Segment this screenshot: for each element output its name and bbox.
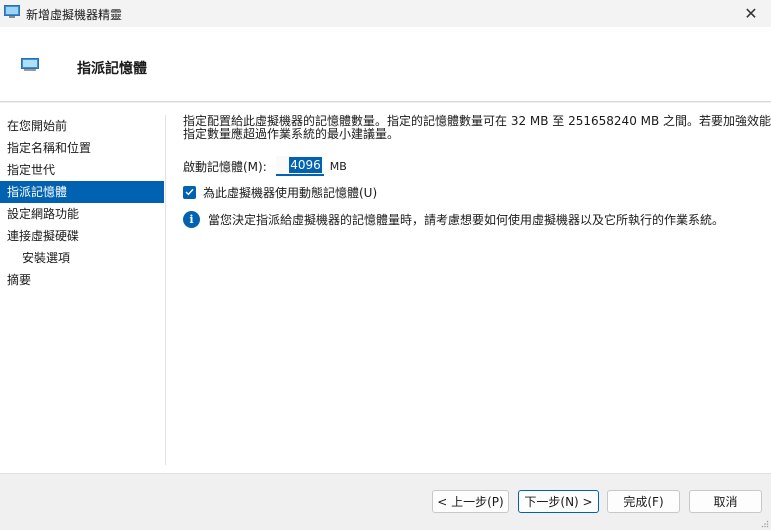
- wizard-steps-nav: 在您開始前 指定名稱和位置 指定世代 指派記憶體 設定網路功能 連接虛擬硬碟 安…: [0, 115, 164, 291]
- startup-memory-value: 4096: [289, 157, 322, 173]
- previous-button[interactable]: < 上一步(P): [432, 490, 509, 513]
- title-bar: 新增虛擬機器精靈 ✕: [0, 0, 771, 27]
- finish-button[interactable]: 完成(F): [607, 490, 680, 513]
- startup-memory-row: 啟動記憶體(M): 4096 MB: [183, 155, 347, 177]
- step-installation-options[interactable]: 安裝選項: [0, 247, 164, 269]
- close-button[interactable]: ✕: [731, 0, 771, 27]
- description-line-2: 指定數量應超過作業系統的最小建議量。: [183, 127, 400, 141]
- wizard-header: 指派記憶體: [0, 27, 771, 102]
- close-icon: ✕: [744, 4, 758, 23]
- step-assign-memory[interactable]: 指派記憶體: [0, 181, 164, 203]
- cancel-button[interactable]: 取消: [689, 490, 762, 513]
- info-text: 當您決定指派給虛擬機器的記憶體量時，請考慮想要如何使用虛擬機器以及它所執行的作業…: [208, 212, 725, 227]
- step-connect-virtual-disk[interactable]: 連接虛擬硬碟: [0, 225, 164, 247]
- wizard-content: 在您開始前 指定名稱和位置 指定世代 指派記憶體 設定網路功能 連接虛擬硬碟 安…: [0, 103, 771, 473]
- checkmark-icon: [185, 188, 194, 196]
- page-title: 指派記憶體: [77, 61, 147, 77]
- step-before-you-begin[interactable]: 在您開始前: [0, 115, 164, 137]
- step-name-and-location[interactable]: 指定名稱和位置: [0, 137, 164, 159]
- startup-memory-input[interactable]: 4096: [275, 156, 324, 176]
- step-summary[interactable]: 摘要: [0, 269, 164, 291]
- dynamic-memory-checkbox[interactable]: [183, 185, 196, 199]
- startup-memory-label: 啟動記憶體(M):: [183, 159, 267, 174]
- dynamic-memory-label[interactable]: 為此虛擬機器使用動態記憶體(U): [203, 184, 377, 201]
- sidebar-divider: [165, 115, 166, 465]
- virtual-machine-icon: [4, 5, 20, 18]
- wizard-footer: < 上一步(P) 下一步(N) > 完成(F) 取消: [0, 473, 771, 530]
- memory-settings-panel: 指定配置給此虛擬機器的記憶體數量。指定的記憶體數量可在 32 MB 至 2516…: [183, 115, 771, 228]
- info-icon: i: [183, 210, 200, 228]
- step-configure-networking[interactable]: 設定網路功能: [0, 203, 164, 225]
- resize-grip-icon[interactable]: [761, 520, 769, 528]
- info-row: i 當您決定指派給虛擬機器的記憶體量時，請考慮想要如何使用虛擬機器以及它所執行的…: [183, 209, 724, 229]
- startup-memory-unit: MB: [329, 159, 347, 173]
- dynamic-memory-row: 為此虛擬機器使用動態記憶體(U): [183, 183, 377, 201]
- step-generation[interactable]: 指定世代: [0, 159, 164, 181]
- memory-page-icon: [21, 58, 39, 71]
- window-title: 新增虛擬機器精靈: [26, 8, 123, 22]
- next-button[interactable]: 下一步(N) >: [518, 490, 599, 513]
